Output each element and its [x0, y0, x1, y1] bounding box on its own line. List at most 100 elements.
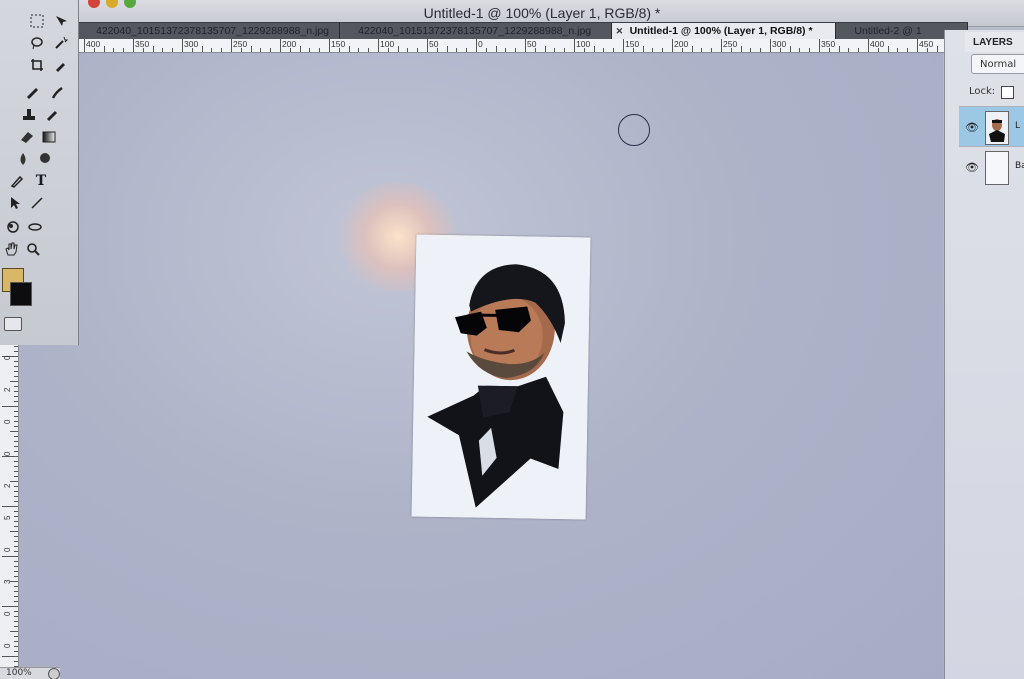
- ruler-tick: [858, 48, 860, 52]
- path-selection-icon[interactable]: [6, 194, 24, 212]
- layer-thumbnail: [985, 111, 1009, 145]
- ruler-tick: [14, 536, 18, 537]
- ruler-tick: [14, 561, 18, 562]
- layer-name: Ba: [1015, 161, 1024, 171]
- ruler-top[interactable]: 400 350 300 250 200 150 100 50 0 50 100 150 200 250 30…: [78, 38, 968, 53]
- ruler-tick: [907, 48, 909, 52]
- ruler-label: 250: [233, 39, 248, 49]
- lasso-icon[interactable]: [28, 34, 46, 52]
- ruler-tick: [14, 391, 18, 392]
- brush-icon[interactable]: [48, 84, 66, 102]
- ruler-tick: [14, 416, 18, 417]
- ruler-tick: [397, 46, 399, 52]
- ruler-tick: [14, 626, 18, 627]
- ruler-tick: [14, 486, 18, 487]
- ruler-tick: [14, 421, 18, 422]
- close-tab-icon[interactable]: ✕: [616, 26, 624, 37]
- type-icon[interactable]: T: [32, 172, 50, 190]
- clone-stamp-icon[interactable]: [20, 106, 38, 124]
- shape-line-icon[interactable]: [28, 194, 46, 212]
- window-title: Untitled-1 @ 100% (Layer 1, RGB/8) *: [423, 5, 661, 21]
- ruler-tick: [103, 46, 105, 52]
- ruler-tick: [14, 546, 18, 547]
- ruler-tick: [2, 606, 18, 607]
- ruler-tick: [14, 641, 18, 642]
- ruler-tick: [466, 48, 468, 52]
- tab-document-1[interactable]: 422040_10151372378135707_1229288988_n.jp…: [78, 23, 341, 39]
- ruler-tick: [14, 376, 18, 377]
- 3d-rotate-icon[interactable]: [4, 218, 22, 236]
- tab-untitled-1[interactable]: ✕ Untitled-1 @ 100% (Layer 1, RGB/8) *: [611, 23, 837, 39]
- ruler-tick: [14, 521, 18, 522]
- layer-row-layer-1[interactable]: 👁 L: [959, 106, 1024, 147]
- quick-mask-icon[interactable]: [4, 317, 22, 331]
- ruler-tick: [848, 48, 850, 52]
- ruler-tick: [515, 48, 517, 52]
- eyedropper-icon[interactable]: [52, 56, 70, 74]
- blend-mode-select[interactable]: Normal: [971, 54, 1024, 74]
- ruler-label: 0: [3, 547, 12, 552]
- ruler-label: 5: [3, 515, 12, 520]
- blur-icon[interactable]: [14, 150, 32, 168]
- ruler-tick: [152, 46, 154, 52]
- ruler-tick: [14, 361, 18, 362]
- ruler-tick: [662, 48, 664, 52]
- ruler-tick: [123, 48, 125, 52]
- visibility-eye-icon[interactable]: 👁: [965, 161, 979, 174]
- ruler-tick: [2, 506, 18, 507]
- marquee-icon[interactable]: [28, 12, 46, 30]
- status-info-icon[interactable]: [48, 668, 60, 679]
- ruler-tick: [14, 436, 18, 437]
- layers-panel-tab[interactable]: LAYERS: [965, 32, 1024, 52]
- ruler-tick: [14, 526, 18, 527]
- eraser-icon[interactable]: [18, 128, 36, 146]
- ruler-tick: [2, 656, 18, 657]
- ruler-label: 100: [380, 39, 395, 49]
- document-canvas[interactable]: [18, 52, 943, 679]
- ruler-label: 250: [723, 39, 738, 49]
- move-icon[interactable]: [52, 12, 70, 30]
- gradient-icon[interactable]: [40, 128, 58, 146]
- ruler-tick: [505, 48, 507, 52]
- ruler-tick: [544, 46, 546, 52]
- ruler-tick: [2, 406, 18, 407]
- ruler-tick: [14, 601, 18, 602]
- ruler-tick: [2, 556, 18, 557]
- ruler-tick: [14, 441, 18, 442]
- ruler-tick: [14, 471, 18, 472]
- hand-icon[interactable]: [2, 240, 20, 258]
- visibility-eye-icon[interactable]: 👁: [965, 121, 979, 134]
- pen-icon[interactable]: [8, 172, 26, 190]
- dodge-icon[interactable]: [36, 150, 54, 168]
- 3d-orbit-icon[interactable]: [26, 218, 44, 236]
- ruler-tick: [14, 551, 18, 552]
- layer-photo[interactable]: [411, 234, 591, 520]
- ruler-tick: [750, 48, 752, 52]
- ruler-tick: [672, 39, 673, 52]
- ruler-label: 200: [282, 39, 297, 49]
- ruler-tick: [14, 571, 18, 572]
- ruler-label: 200: [674, 39, 689, 49]
- ruler-label: 0: [3, 419, 12, 424]
- healing-brush-icon[interactable]: [24, 84, 42, 102]
- magic-wand-icon[interactable]: [52, 34, 70, 52]
- ruler-tick: [623, 39, 624, 52]
- ruler-tick: [2, 456, 18, 457]
- ruler-tick: [14, 461, 18, 462]
- ruler-tick: [456, 48, 458, 52]
- ruler-tick: [201, 46, 203, 52]
- layer-row-background[interactable]: 👁 Ba: [959, 146, 1024, 187]
- ruler-tick: [407, 48, 409, 52]
- layer-thumbnail: [985, 151, 1009, 185]
- crop-icon[interactable]: [28, 56, 46, 74]
- ruler-tick: [10, 631, 18, 632]
- tab-document-2[interactable]: 422040_10151372378135707_1229288988_n.jp…: [340, 23, 612, 39]
- ruler-tick: [319, 48, 321, 52]
- history-brush-icon[interactable]: [44, 106, 62, 124]
- zoom-icon[interactable]: [24, 240, 42, 258]
- ruler-tick: [760, 48, 762, 52]
- ruler-tick: [211, 48, 213, 52]
- lock-transparency-icon[interactable]: [1001, 86, 1014, 99]
- ruler-tick: [14, 566, 18, 567]
- background-color-swatch[interactable]: [10, 282, 32, 306]
